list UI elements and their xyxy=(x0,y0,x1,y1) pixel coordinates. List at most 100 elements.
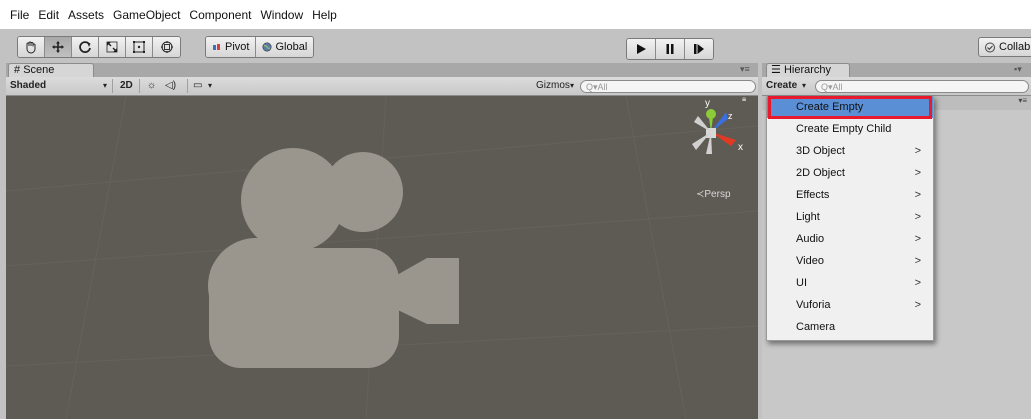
step-button[interactable] xyxy=(685,39,713,59)
submenu-arrow-icon: > xyxy=(914,277,921,289)
cloud-check-icon xyxy=(985,42,995,52)
submenu-arrow-icon: > xyxy=(914,299,921,311)
audio-toggle-icon[interactable]: ◁) xyxy=(165,79,176,93)
move-tool-button[interactable] xyxy=(45,37,72,57)
menu-item-label: Light xyxy=(796,211,820,223)
menu-item-label: Vuforia xyxy=(796,299,831,311)
scene-tab-label: Scene xyxy=(23,64,55,76)
menu-item-label: Audio xyxy=(796,233,825,245)
scale-tool-icon xyxy=(106,41,118,53)
tab-hierarchy[interactable]: ☰ Hierarchy xyxy=(766,63,850,77)
create-dropdown-button[interactable]: Create xyxy=(766,79,797,93)
hand-tool-button[interactable] xyxy=(18,37,45,57)
submenu-arrow-icon: > xyxy=(914,189,921,201)
menu-help[interactable]: Help xyxy=(312,8,337,22)
scene-control-bar: Shaded ▾ 2D ☼ ◁) ▭ ▾ Gizmos ▾ Q▾All xyxy=(6,77,758,96)
lighting-toggle-icon[interactable]: ☼ xyxy=(147,79,156,93)
hierarchy-tab-bar: ☰ Hierarchy ▪▾ xyxy=(762,63,1031,77)
menu-item-vuforia[interactable]: Vuforia > xyxy=(767,295,933,316)
hierarchy-search-icon: Q▾ xyxy=(821,82,833,92)
2d-toggle-button[interactable]: 2D xyxy=(120,79,133,93)
menu-item-camera[interactable]: Camera xyxy=(767,317,933,338)
scene-search-input[interactable]: Q▾All xyxy=(580,80,756,93)
hierarchy-panel-menu-icon[interactable]: ▪▾ xyxy=(1014,64,1022,75)
play-icon xyxy=(637,44,646,54)
pivot-icon xyxy=(213,44,220,50)
menu-assets[interactable]: Assets xyxy=(68,8,104,22)
search-icon: Q▾ xyxy=(586,82,598,92)
submenu-arrow-icon: > xyxy=(914,145,921,157)
effects-toggle-icon[interactable]: ▭ xyxy=(193,79,202,93)
hierarchy-list-icon: ☰ xyxy=(771,64,781,76)
create-empty-highlight xyxy=(768,96,932,119)
main-toolbar: Pivot Global xyxy=(0,29,1031,61)
scene-grid-icon: # xyxy=(14,64,21,76)
menu-item-ui[interactable]: UI > xyxy=(767,273,933,294)
menu-item-2d-object[interactable]: 2D Object > xyxy=(767,163,933,184)
pause-button[interactable] xyxy=(656,39,685,59)
camera-gizmo-icon xyxy=(208,148,459,368)
gizmos-dropdown[interactable]: Gizmos xyxy=(536,79,570,93)
transform-tools xyxy=(17,36,181,58)
orientation-gizmo[interactable]: y z x xyxy=(676,96,746,172)
menu-item-video[interactable]: Video > xyxy=(767,251,933,272)
menu-edit[interactable]: Edit xyxy=(38,8,59,22)
global-button[interactable]: Global xyxy=(256,37,314,57)
move-tool-icon xyxy=(52,41,64,53)
transform-tool-icon xyxy=(160,41,173,53)
submenu-arrow-icon: > xyxy=(914,211,921,223)
scale-tool-button[interactable] xyxy=(99,37,126,57)
gizmos-chevron-icon: ▾ xyxy=(570,81,575,90)
collab-label: Collab xyxy=(999,41,1031,53)
submenu-arrow-icon: > xyxy=(914,233,921,245)
scene-viewport[interactable]: y z x 🔒︎ ≺Persp xyxy=(6,96,758,419)
menu-item-light[interactable]: Light > xyxy=(767,207,933,228)
lock-icon[interactable]: 🔒︎ xyxy=(742,96,746,104)
effects-chevron-icon: ▾ xyxy=(208,81,213,90)
create-dropdown-menu: Create Empty Create Empty Child 3D Objec… xyxy=(766,96,934,341)
shading-chevron-icon: ▾ xyxy=(103,81,108,90)
hand-tool-icon xyxy=(26,41,36,54)
rotate-tool-icon xyxy=(79,41,91,53)
rotate-tool-button[interactable] xyxy=(72,37,99,57)
hierarchy-search-input[interactable]: Q▾All xyxy=(815,80,1029,93)
axis-x-label: x xyxy=(738,142,743,153)
menu-item-label: Effects xyxy=(796,189,830,201)
menu-file[interactable]: File xyxy=(10,8,29,22)
axis-z-label: z xyxy=(728,111,733,121)
play-button[interactable] xyxy=(627,39,656,59)
collab-button[interactable]: Collab xyxy=(978,37,1031,57)
pivot-toggles: Pivot Global xyxy=(205,36,315,58)
rect-tool-button[interactable] xyxy=(126,37,153,57)
submenu-arrow-icon: > xyxy=(914,255,921,267)
menu-item-effects[interactable]: Effects > xyxy=(767,185,933,206)
axis-y-label: y xyxy=(705,98,710,109)
menu-component[interactable]: Component xyxy=(189,8,251,22)
hierarchy-control-bar: Create ▾ Q▾All xyxy=(762,77,1031,96)
pivot-button[interactable]: Pivot xyxy=(206,37,257,57)
menu-item-label: UI xyxy=(796,277,807,289)
menu-item-label: Camera xyxy=(796,321,836,333)
menu-item-create-empty-child[interactable]: Create Empty Child xyxy=(767,119,933,140)
scene-search-placeholder: All xyxy=(597,82,608,92)
menu-window[interactable]: Window xyxy=(260,8,303,22)
transform-tool-button[interactable] xyxy=(153,37,180,57)
hierarchy-tab-label: Hierarchy xyxy=(783,64,832,76)
shading-mode-dropdown[interactable]: Shaded xyxy=(10,79,46,93)
global-label: Global xyxy=(275,41,308,53)
scene-tab-bar: # Scene ▾≡ xyxy=(6,63,758,77)
menu-item-3d-object[interactable]: 3D Object > xyxy=(767,141,933,162)
projection-toggle[interactable]: ≺Persp xyxy=(696,189,731,200)
menu-gameobject[interactable]: GameObject xyxy=(113,8,180,22)
scene-panel-menu-icon[interactable]: ▾≡ xyxy=(740,64,750,75)
playback-controls xyxy=(626,38,714,60)
menu-item-label: Create Empty Child xyxy=(796,123,892,135)
menu-item-label: 2D Object xyxy=(796,167,845,179)
tab-scene[interactable]: # Scene xyxy=(8,63,94,77)
menu-item-audio[interactable]: Audio > xyxy=(767,229,933,250)
scene-row-menu-icon[interactable]: ▾≡ xyxy=(1018,96,1027,105)
menu-item-label: 3D Object xyxy=(796,145,845,157)
menu-bar: File Edit Assets GameObject Component Wi… xyxy=(0,0,1031,29)
pivot-label: Pivot xyxy=(225,41,250,53)
globe-icon xyxy=(262,42,272,52)
